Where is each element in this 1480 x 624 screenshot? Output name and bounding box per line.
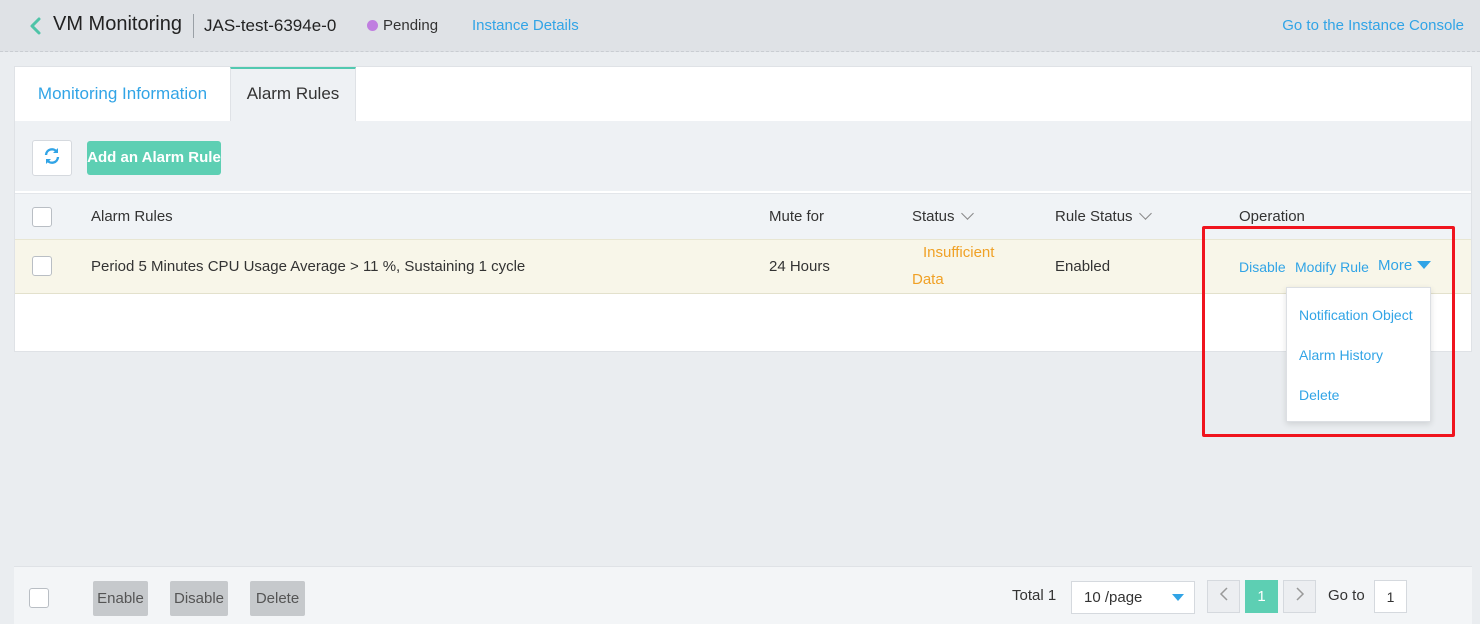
main-panel: Monitoring Information Alarm Rules Add a…	[14, 66, 1472, 352]
goto-page-input[interactable]	[1374, 580, 1407, 613]
alarm-status-line1: Insufficient	[923, 244, 995, 261]
more-actions-menu: Notification Object Alarm History Delete	[1286, 287, 1431, 422]
total-count: Total 1	[1012, 587, 1057, 604]
mute-duration: 24 Hours	[769, 258, 830, 275]
pending-status-dot-icon	[367, 20, 378, 31]
caret-down-icon	[1417, 261, 1432, 269]
batch-disable-button[interactable]: Disable	[170, 581, 228, 616]
table-row: Period 5 Minutes CPU Usage Average > 11 …	[15, 239, 1471, 294]
previous-page-button[interactable]	[1207, 580, 1240, 613]
rule-status-header-label: Rule Status	[1055, 208, 1133, 225]
more-actions-dropdown[interactable]: More	[1378, 257, 1432, 274]
chevron-left-icon	[1219, 586, 1229, 607]
column-header-mute-for: Mute for	[769, 208, 825, 225]
tab-monitoring-information[interactable]: Monitoring Information	[15, 67, 230, 121]
refresh-icon	[43, 147, 61, 170]
menu-item-delete[interactable]: Delete	[1299, 387, 1339, 403]
status-filter-chevron-icon[interactable]	[960, 207, 974, 220]
row-checkbox[interactable]	[32, 256, 52, 276]
instance-details-link[interactable]: Instance Details	[472, 17, 579, 34]
menu-item-alarm-history[interactable]: Alarm History	[1299, 347, 1383, 363]
refresh-button[interactable]	[32, 140, 72, 176]
more-label: More	[1378, 257, 1413, 274]
column-header-rule-status: Rule Status	[1055, 207, 1152, 225]
instance-name: JAS-test-6394e-0	[204, 16, 337, 35]
page-size-select[interactable]: 10 /page	[1071, 581, 1195, 614]
goto-label: Go to	[1328, 587, 1365, 604]
footer-select-all-checkbox[interactable]	[29, 588, 49, 608]
page-header: VM Monitoring JAS-test-6394e-0 Pending I…	[0, 0, 1480, 52]
rule-status: Enabled	[1055, 258, 1111, 275]
column-header-operation: Operation	[1239, 208, 1305, 225]
select-all-checkbox[interactable]	[32, 207, 52, 227]
page-size-value: 10 /page	[1084, 589, 1143, 606]
disable-rule-link[interactable]: Disable	[1239, 259, 1286, 275]
alarm-status-line2: Data	[912, 271, 944, 288]
page-title: VM Monitoring	[53, 13, 182, 35]
status-header-label: Status	[912, 208, 955, 225]
batch-enable-button[interactable]: Enable	[93, 581, 148, 616]
tab-bar: Monitoring Information Alarm Rules	[15, 67, 1471, 121]
column-header-status: Status	[912, 207, 974, 225]
back-arrow-icon[interactable]	[26, 14, 46, 38]
tab-alarm-rules[interactable]: Alarm Rules	[230, 67, 356, 121]
page-number-current[interactable]: 1	[1245, 580, 1278, 613]
column-header-alarm-rules: Alarm Rules	[91, 208, 173, 225]
go-to-console-link[interactable]: Go to the Instance Console	[1282, 17, 1464, 34]
rule-description: Period 5 Minutes CPU Usage Average > 11 …	[91, 258, 526, 275]
select-caret-down-icon	[1172, 594, 1184, 601]
instance-status: Pending	[383, 17, 439, 34]
header-divider	[193, 14, 194, 38]
batch-action-footer: Enable Disable Delete Total 1 10 /page 1…	[14, 566, 1472, 624]
add-alarm-rule-button[interactable]: Add an Alarm Rule	[87, 141, 221, 175]
batch-delete-button[interactable]: Delete	[250, 581, 305, 616]
next-page-button[interactable]	[1283, 580, 1316, 613]
menu-item-notification-object[interactable]: Notification Object	[1299, 307, 1413, 323]
chevron-right-icon	[1295, 586, 1305, 607]
table-header: Alarm Rules Mute for Status Rule Status …	[15, 193, 1471, 239]
toolbar: Add an Alarm Rule	[15, 121, 1471, 191]
rule-status-filter-chevron-icon[interactable]	[1138, 207, 1152, 220]
modify-rule-link[interactable]: Modify Rule	[1295, 259, 1369, 275]
